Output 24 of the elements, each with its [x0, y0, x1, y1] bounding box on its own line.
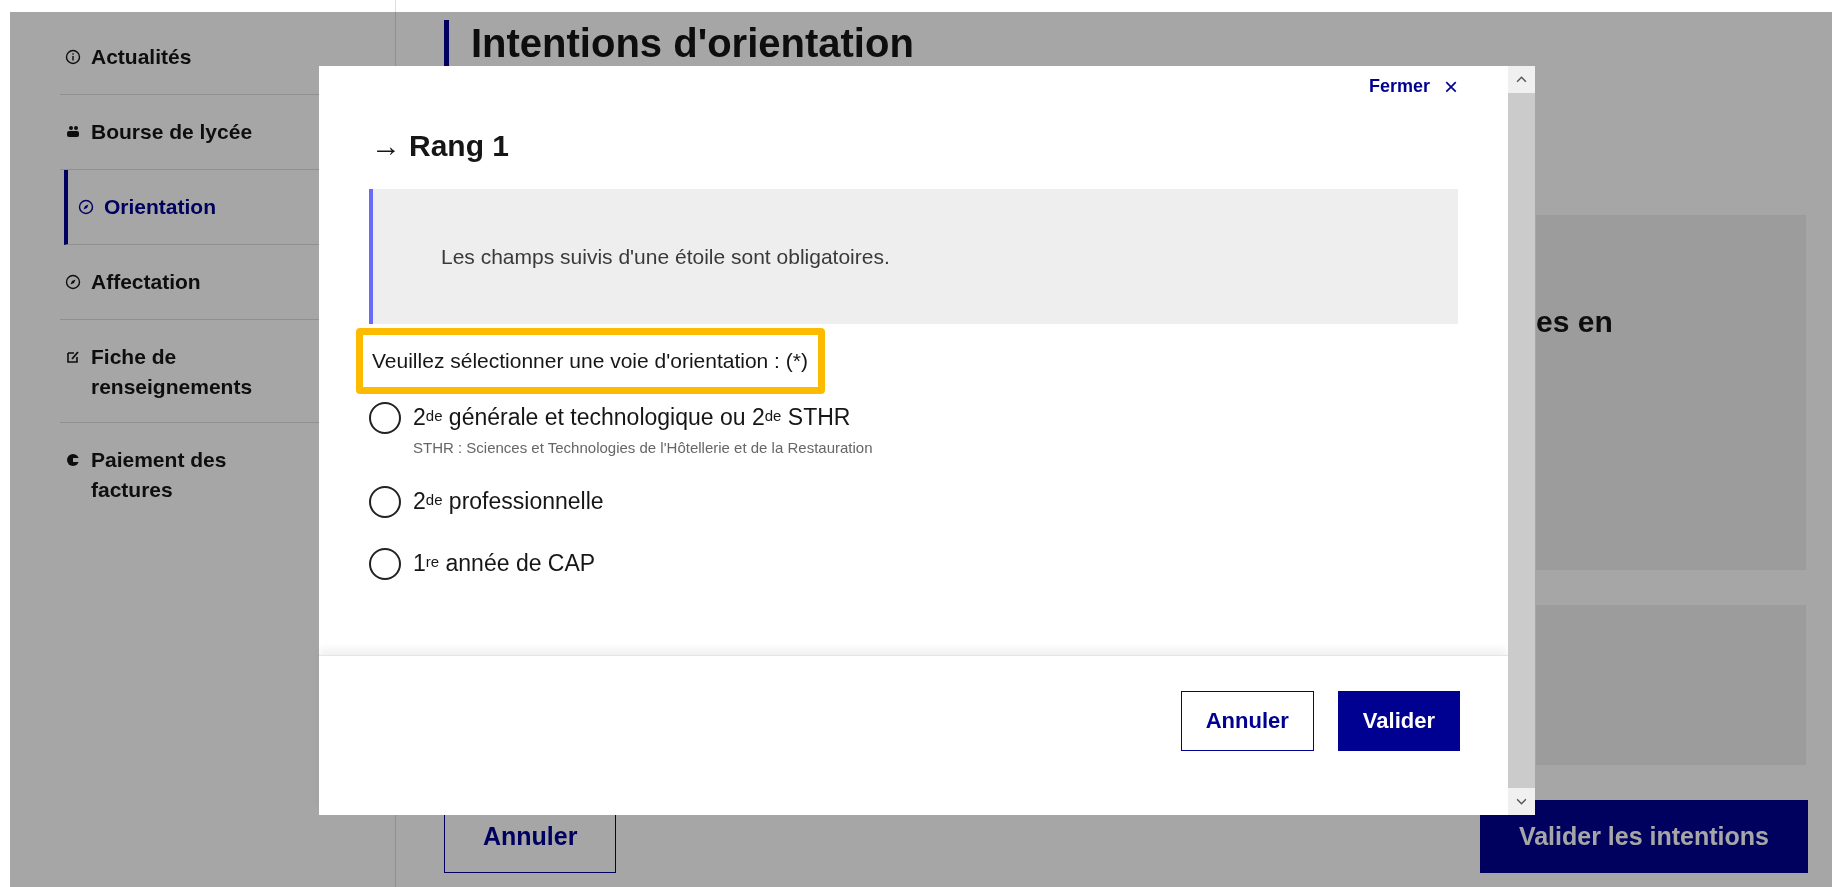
chevron-down-icon[interactable] — [1516, 798, 1527, 805]
cancel-button[interactable]: Annuler — [1180, 690, 1314, 751]
modal-heading: → Rang 1 — [371, 129, 511, 163]
edit-icon — [65, 349, 81, 365]
option-label[interactable]: 1$^{re}$ année de CAP — [413, 550, 596, 577]
option-label[interactable]: 2$^{de}$ professionnelle — [413, 488, 604, 515]
notice-text: Les champs suivis d'une étoile sont obligatoires. — [441, 244, 890, 269]
info-icon — [65, 49, 81, 65]
sidebar-item[interactable]: Paiement des factures — [60, 423, 335, 525]
scrollbar[interactable] — [1508, 66, 1535, 815]
card-heading: es en — [1536, 305, 1613, 339]
people-icon — [65, 124, 81, 140]
radio-button[interactable] — [369, 548, 401, 580]
radio-button[interactable] — [369, 486, 401, 518]
confirm-button[interactable]: Valider — [1337, 690, 1460, 751]
radio-button[interactable] — [369, 402, 401, 434]
question-label: Veuillez sélectionner une voie d'orientation : (*) — [356, 328, 825, 394]
compass-icon — [65, 274, 81, 290]
close-button[interactable]: Fermer × — [1368, 72, 1458, 101]
chevron-up-icon[interactable] — [1516, 76, 1527, 83]
compass-icon — [78, 199, 94, 215]
option-hint: STHR : Sciences et Technologies de l'Hôtellerie et de la Restauration — [413, 439, 873, 456]
submit-button[interactable]: Valider les intentions — [1479, 800, 1808, 873]
option-label[interactable]: 2$^{de}$ générale et technologique ou 2$^{de}$ STHR — [413, 404, 873, 431]
